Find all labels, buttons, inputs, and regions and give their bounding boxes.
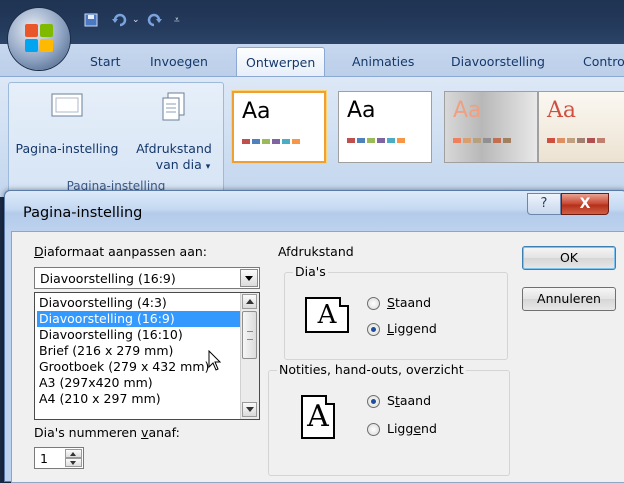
theme-3[interactable]: Aa (444, 91, 538, 163)
scroll-down-icon[interactable] (242, 402, 257, 417)
close-button[interactable]: X (561, 193, 609, 215)
ribbon-tabs: Start Invoegen Ontwerpen Animaties Diavo… (0, 44, 624, 77)
undo-dropdown-icon[interactable]: ⌄ (132, 9, 140, 31)
slide-orientation-label-1: Afdrukstand (136, 141, 212, 156)
dialog-body: Diaformaat aanpassen aan: Diavoorstellin… (11, 231, 624, 483)
slides-portrait-radio[interactable] (367, 297, 380, 310)
slide-orientation-icon (162, 92, 185, 121)
slides-portrait-label[interactable]: Staand (387, 295, 431, 310)
theme-2[interactable]: Aa (338, 91, 432, 163)
list-item[interactable]: Diavoorstelling (16:10) (37, 327, 241, 343)
theme-color-bar (347, 138, 405, 143)
list-item[interactable]: A3 (297x420 mm) (37, 375, 241, 391)
theme-preview-text: Aa (347, 98, 376, 123)
theme-preview-text: Aa (242, 99, 271, 124)
customize-toolbar-icon[interactable]: ⩡ (174, 9, 180, 31)
slides-landscape-radio[interactable] (367, 323, 380, 336)
page-setup-button[interactable]: Pagina-instelling (11, 91, 123, 157)
theme-color-bar (242, 139, 300, 144)
title-bar: ⌄ ⩡ (0, 0, 624, 44)
theme-color-bar (453, 138, 511, 143)
slide-orientation-label-2: van dia (155, 157, 202, 172)
scrollbar-thumb[interactable] (242, 311, 257, 359)
undo-icon[interactable] (112, 9, 128, 31)
tab-ontwerpen[interactable]: Ontwerpen (236, 47, 326, 77)
notes-landscape-radio[interactable] (367, 423, 380, 436)
page-setup-label: Pagina-instelling (15, 141, 119, 156)
notes-portrait-label[interactable]: Staand (387, 393, 431, 408)
theme-preview-text: Aa (453, 98, 482, 123)
number-from-value: 1 (40, 451, 48, 466)
tab-invoegen[interactable]: Invoegen (150, 54, 208, 69)
slide-size-value: Diavoorstelling (16:9) (40, 271, 176, 286)
save-icon[interactable] (84, 9, 98, 31)
tab-start[interactable]: Start (90, 54, 121, 69)
office-button[interactable] (8, 8, 70, 70)
mouse-cursor-icon (208, 350, 222, 371)
slide-size-dropdown[interactable]: Diavoorstelling (16:9) (34, 267, 260, 289)
page-setup-icon (51, 93, 83, 117)
list-item[interactable]: Diavoorstelling (4:3) (37, 295, 241, 311)
page-setup-group: Pagina-instelling Afdrukstand van dia ▾ … (8, 82, 224, 196)
dialog-title-bar[interactable]: Pagina-instelling ? X (5, 191, 624, 231)
tab-controleren[interactable]: Contro (583, 54, 624, 69)
theme-preview-text: Aa (547, 98, 577, 123)
spin-down-icon[interactable] (65, 458, 82, 467)
cancel-button[interactable]: Annuleren (522, 287, 616, 311)
orientation-label: Afdrukstand (278, 244, 354, 259)
help-button[interactable]: ? (527, 193, 561, 215)
slide-orientation-button[interactable]: Afdrukstand van dia ▾ (129, 91, 219, 175)
slides-group-title: Dia's (293, 264, 328, 279)
themes-gallery: Aa Aa Aa Aa (232, 91, 624, 181)
list-item-selected[interactable]: Diavoorstelling (16:9) (37, 311, 241, 327)
notes-group-title: Notities, hand-outs, overzicht (277, 362, 466, 377)
office-logo-icon (25, 24, 53, 52)
dialog-title: Pagina-instelling (23, 205, 143, 221)
ribbon-panel: Pagina-instelling Afdrukstand van dia ▾ … (0, 76, 624, 197)
list-item[interactable]: A4 (210 x 297 mm) (37, 391, 241, 407)
landscape-page-icon: A (305, 297, 349, 333)
chevron-down-icon: ▾ (205, 162, 211, 172)
ok-button[interactable]: OK (522, 246, 616, 270)
number-from-stepper[interactable]: 1 (34, 447, 84, 469)
notes-landscape-label[interactable]: Liggend (387, 421, 437, 436)
slide-size-list[interactable]: Diavoorstelling (4:3) Diavoorstelling (1… (34, 292, 260, 420)
tab-animaties[interactable]: Animaties (352, 54, 414, 69)
theme-4[interactable]: Aa (538, 91, 624, 163)
scroll-up-icon[interactable] (242, 294, 257, 309)
tab-diavoorstelling[interactable]: Diavoorstelling (451, 54, 545, 69)
redo-icon[interactable] (146, 9, 162, 31)
close-icon: X (579, 196, 591, 212)
list-scrollbar[interactable] (240, 293, 259, 419)
theme-office[interactable]: Aa (232, 91, 326, 163)
page-setup-dialog: Pagina-instelling ? X Diaformaat aanpass… (4, 190, 624, 483)
number-from-label: Dia's nummeren vanaf: (34, 425, 180, 440)
help-icon: ? (540, 196, 548, 211)
chevron-down-icon[interactable] (240, 269, 258, 287)
slides-orientation-group: Dia's A Staand Liggend (284, 264, 508, 360)
notes-portrait-radio[interactable] (367, 395, 380, 408)
slides-landscape-label[interactable]: Liggend (387, 321, 437, 336)
portrait-page-icon: A (301, 395, 335, 439)
theme-color-bar (547, 138, 605, 143)
notes-orientation-group: Notities, hand-outs, overzicht A Staand … (268, 362, 510, 476)
spin-up-icon[interactable] (65, 449, 82, 458)
slide-size-label: Diaformaat aanpassen aan: (34, 244, 208, 259)
